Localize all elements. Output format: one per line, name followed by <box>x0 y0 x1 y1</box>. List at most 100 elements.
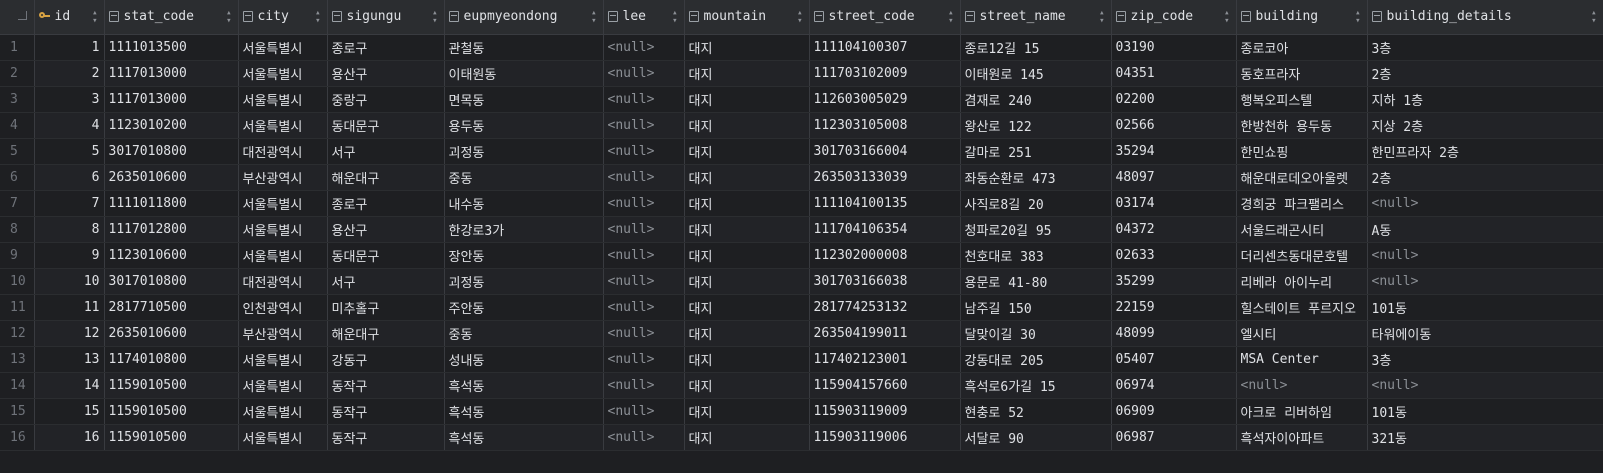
cell-stat-code[interactable]: 1117013000 <box>104 86 239 113</box>
cell-street-code[interactable]: 111104100135 <box>809 190 961 217</box>
cell-id[interactable]: 9 <box>34 242 105 269</box>
cell-street-name[interactable]: 종로12길 15 <box>960 34 1112 61</box>
column-header-building-details[interactable]: building_details ▴ ▾ <box>1367 0 1603 35</box>
cell-building[interactable]: 리베라 아이누리 <box>1236 268 1368 295</box>
cell-zip-code[interactable]: 35294 <box>1111 138 1237 165</box>
cell-mountain[interactable]: 대지 <box>684 346 810 373</box>
cell-street-name[interactable]: 갈마로 251 <box>960 138 1112 165</box>
cell-eupmyeondong[interactable]: 괴정동 <box>444 138 604 165</box>
cell-sigungu[interactable]: 동작구 <box>327 372 445 399</box>
cell-building[interactable]: 엘시티 <box>1236 320 1368 347</box>
cell-city[interactable]: 서울특별시 <box>238 216 328 243</box>
column-header-city[interactable]: city ▴ ▾ <box>238 0 328 35</box>
cell-mountain[interactable]: 대지 <box>684 190 810 217</box>
cell-stat-code[interactable]: 1174010800 <box>104 346 239 373</box>
cell-building[interactable]: 경희궁 파크팰리스 <box>1236 190 1368 217</box>
cell-mountain[interactable]: 대지 <box>684 86 810 113</box>
cell-building-details[interactable]: 3층 <box>1367 346 1603 373</box>
cell-city[interactable]: 서울특별시 <box>238 346 328 373</box>
cell-city[interactable]: 서울특별시 <box>238 424 328 451</box>
sort-icon[interactable]: ▴ ▾ <box>92 8 99 25</box>
cell-sigungu[interactable]: 서구 <box>327 268 445 295</box>
cell-building[interactable]: 한방천하 용두동 <box>1236 112 1368 139</box>
cell-street-name[interactable]: 서달로 90 <box>960 424 1112 451</box>
cell-eupmyeondong[interactable]: 관철동 <box>444 34 604 61</box>
cell-street-code[interactable]: 281774253132 <box>809 294 961 321</box>
cell-eupmyeondong[interactable]: 이태원동 <box>444 60 604 87</box>
table-row[interactable]: 4 4 1123010200 서울특별시 동대문구 용두동 <null> 대지 11230310… <box>0 112 1603 139</box>
sort-icon[interactable]: ▴ ▾ <box>226 8 233 25</box>
cell-street-name[interactable]: 이태원로 145 <box>960 60 1112 87</box>
cell-stat-code[interactable]: 1123010200 <box>104 112 239 139</box>
sort-icon[interactable]: ▴ ▾ <box>1355 8 1362 25</box>
cell-lee[interactable]: <null> <box>603 346 685 373</box>
cell-mountain[interactable]: 대지 <box>684 242 810 269</box>
cell-street-code[interactable]: 111704106354 <box>809 216 961 243</box>
cell-mountain[interactable]: 대지 <box>684 60 810 87</box>
cell-building[interactable]: 한민쇼핑 <box>1236 138 1368 165</box>
cell-building-details[interactable]: A동 <box>1367 216 1603 243</box>
cell-id[interactable]: 4 <box>34 112 105 139</box>
cell-sigungu[interactable]: 용산구 <box>327 60 445 87</box>
cell-street-code[interactable]: 111104100307 <box>809 34 961 61</box>
cell-street-name[interactable]: 왕산로 122 <box>960 112 1112 139</box>
cell-building[interactable]: 아크로 리버하임 <box>1236 398 1368 425</box>
cell-eupmyeondong[interactable]: 용두동 <box>444 112 604 139</box>
cell-eupmyeondong[interactable]: 흑석동 <box>444 398 604 425</box>
cell-street-code[interactable]: 301703166038 <box>809 268 961 295</box>
cell-city[interactable]: 부산광역시 <box>238 164 328 191</box>
cell-mountain[interactable]: 대지 <box>684 112 810 139</box>
result-grid[interactable]: id ▴ ▾ stat_code ▴ ▾ city ▴ ▾ sigungu ▴ ▾ eupmye… <box>0 0 1603 473</box>
cell-zip-code[interactable]: 05407 <box>1111 346 1237 373</box>
cell-stat-code[interactable]: 2635010600 <box>104 320 239 347</box>
cell-building-details[interactable]: 101동 <box>1367 398 1603 425</box>
cell-street-name[interactable]: 현충로 52 <box>960 398 1112 425</box>
cell-sigungu[interactable]: 해운대구 <box>327 164 445 191</box>
cell-id[interactable]: 6 <box>34 164 105 191</box>
cell-zip-code[interactable]: 03174 <box>1111 190 1237 217</box>
cell-street-name[interactable]: 달맞이길 30 <box>960 320 1112 347</box>
cell-street-code[interactable]: 115903119006 <box>809 424 961 451</box>
cell-street-code[interactable]: 111703102009 <box>809 60 961 87</box>
cell-lee[interactable]: <null> <box>603 268 685 295</box>
cell-eupmyeondong[interactable]: 괴정동 <box>444 268 604 295</box>
cell-sigungu[interactable]: 종로구 <box>327 34 445 61</box>
cell-zip-code[interactable]: 35299 <box>1111 268 1237 295</box>
cell-zip-code[interactable]: 04351 <box>1111 60 1237 87</box>
cell-mountain[interactable]: 대지 <box>684 164 810 191</box>
cell-lee[interactable]: <null> <box>603 398 685 425</box>
column-header-building[interactable]: building ▴ ▾ <box>1236 0 1368 35</box>
cell-street-name[interactable]: 천호대로 383 <box>960 242 1112 269</box>
cell-building-details[interactable]: 3층 <box>1367 34 1603 61</box>
cell-building-details[interactable]: 지하 1층 <box>1367 86 1603 113</box>
cell-street-name[interactable]: 흑석로6가길 15 <box>960 372 1112 399</box>
cell-zip-code[interactable]: 02566 <box>1111 112 1237 139</box>
cell-zip-code[interactable]: 04372 <box>1111 216 1237 243</box>
cell-lee[interactable]: <null> <box>603 60 685 87</box>
cell-stat-code[interactable]: 1117013000 <box>104 60 239 87</box>
cell-id[interactable]: 3 <box>34 86 105 113</box>
cell-building-details[interactable]: 한민프라자 2층 <box>1367 138 1603 165</box>
table-row[interactable]: 1 1 1111013500 서울특별시 종로구 관철동 <null> 대지 111104100… <box>0 34 1603 61</box>
table-row[interactable]: 9 9 1123010600 서울특별시 동대문구 장안동 <null> 대지 11230200… <box>0 242 1603 269</box>
cell-id[interactable]: 5 <box>34 138 105 165</box>
cell-eupmyeondong[interactable]: 중동 <box>444 320 604 347</box>
cell-mountain[interactable]: 대지 <box>684 268 810 295</box>
cell-lee[interactable]: <null> <box>603 164 685 191</box>
cell-stat-code[interactable]: 3017010800 <box>104 138 239 165</box>
column-header-eupmyeondong[interactable]: eupmyeondong ▴ ▾ <box>444 0 604 35</box>
cell-building-details[interactable]: 101동 <box>1367 294 1603 321</box>
table-row[interactable]: 12 12 2635010600 부산광역시 해운대구 중동 <null> 대지 2635041… <box>0 320 1603 347</box>
cell-eupmyeondong[interactable]: 중동 <box>444 164 604 191</box>
cell-building[interactable]: 종로코아 <box>1236 34 1368 61</box>
column-header-zip-code[interactable]: zip_code ▴ ▾ <box>1111 0 1237 35</box>
column-header-sigungu[interactable]: sigungu ▴ ▾ <box>327 0 445 35</box>
cell-stat-code[interactable]: 1111013500 <box>104 34 239 61</box>
cell-stat-code[interactable]: 2817710500 <box>104 294 239 321</box>
cell-eupmyeondong[interactable]: 주안동 <box>444 294 604 321</box>
cell-city[interactable]: 서울특별시 <box>238 190 328 217</box>
table-row[interactable]: 7 7 1111011800 서울특별시 종로구 내수동 <null> 대지 111104100… <box>0 190 1603 217</box>
cell-building[interactable]: 힐스테이트 푸르지오 <box>1236 294 1368 321</box>
cell-building[interactable]: 행복오피스텔 <box>1236 86 1368 113</box>
cell-zip-code[interactable]: 22159 <box>1111 294 1237 321</box>
